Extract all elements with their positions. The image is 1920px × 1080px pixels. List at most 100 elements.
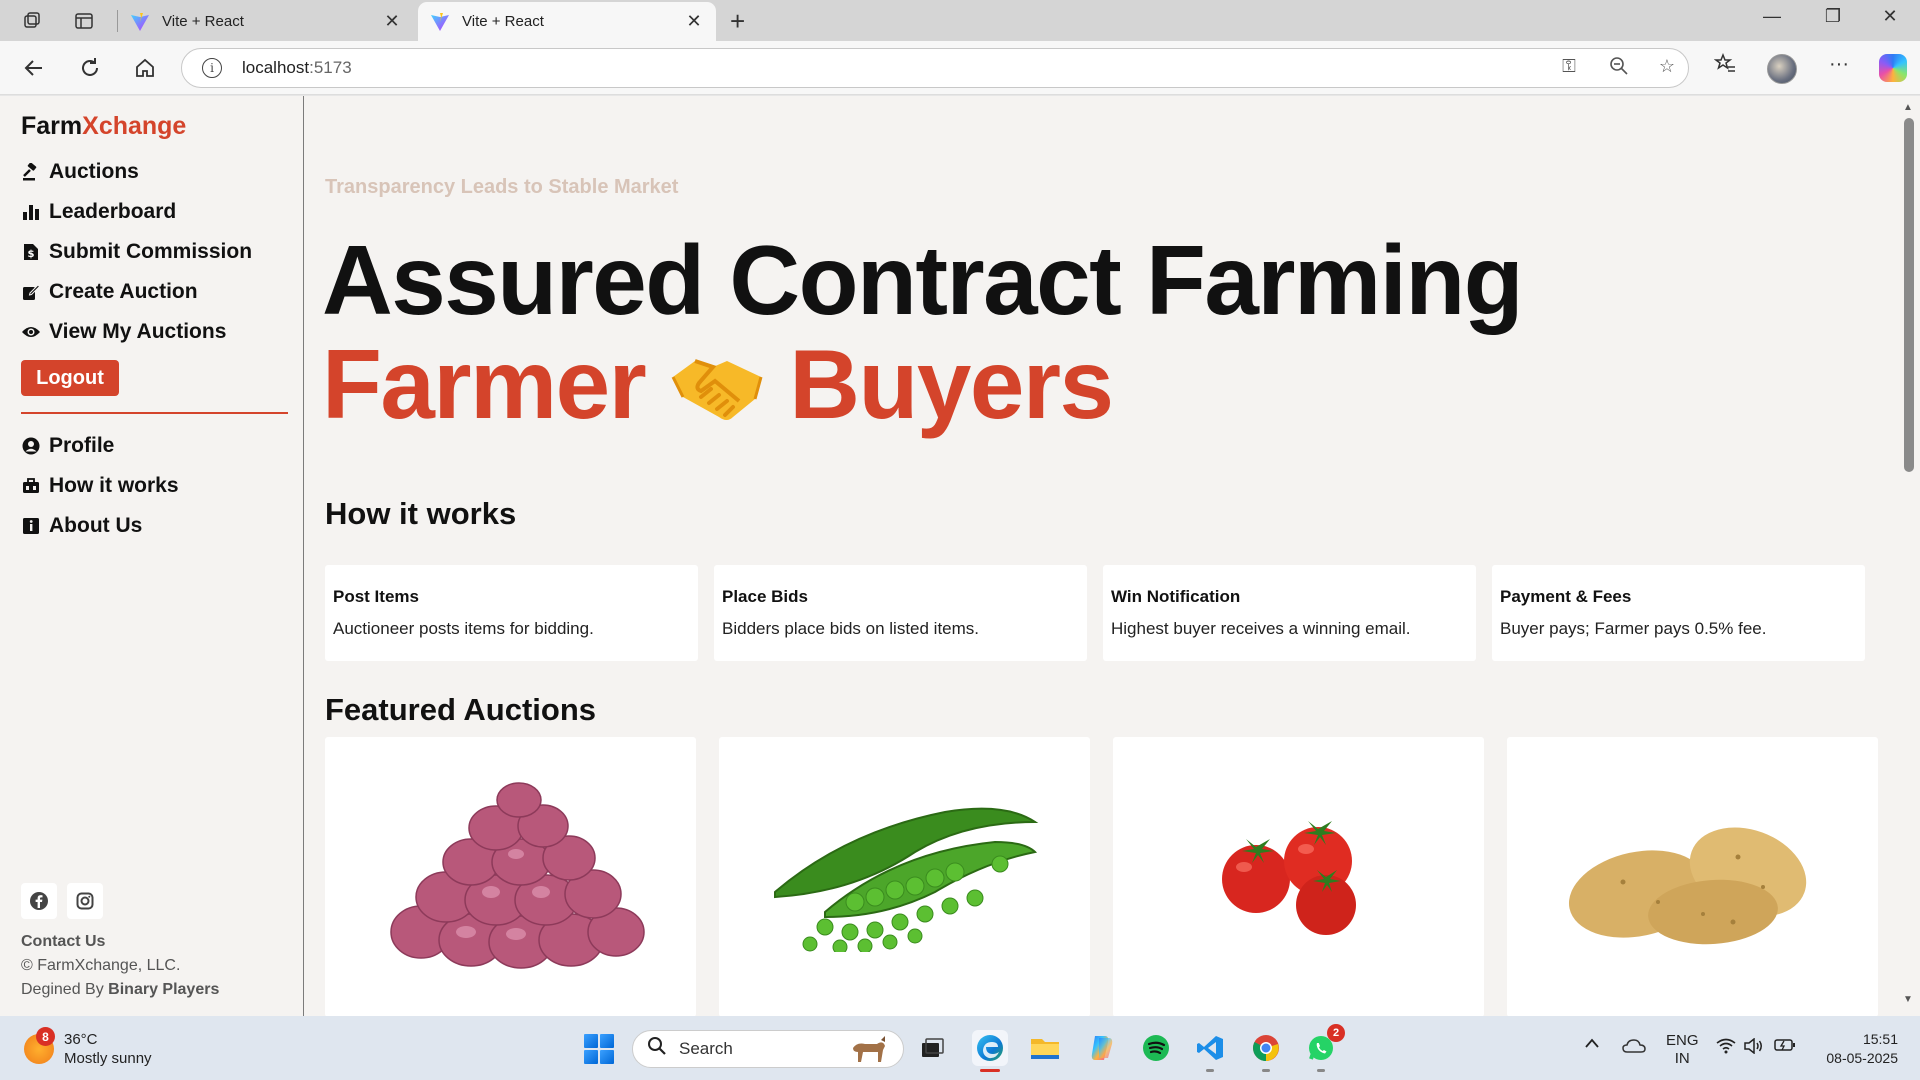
- auction-card-tomatoes[interactable]: [1113, 737, 1484, 1017]
- tab-actions-icon[interactable]: [71, 8, 97, 34]
- instagram-icon[interactable]: [67, 883, 103, 919]
- hero-farmer-text: Farmer: [322, 329, 647, 439]
- social-links: [21, 883, 103, 919]
- copilot-app-icon[interactable]: [1083, 1030, 1119, 1066]
- hero-subheading: Farmer Buyers: [322, 328, 1114, 441]
- handshake-icon: [669, 337, 765, 433]
- browser-toolbar: i localhost:5173 ⚿ ☆ ···: [0, 41, 1920, 95]
- window-close-icon[interactable]: ✕: [1870, 6, 1910, 27]
- address-bar[interactable]: i localhost:5173 ⚿ ☆: [181, 48, 1689, 88]
- browser-tab-bar: Vite + React ✕ Vite + React ✕ + — ❐ ✕: [0, 0, 1920, 41]
- home-icon[interactable]: [128, 51, 162, 85]
- vite-favicon-icon: [130, 12, 150, 32]
- step-title: Place Bids: [722, 587, 808, 606]
- wifi-icon[interactable]: [1716, 1038, 1736, 1059]
- onedrive-icon[interactable]: [1622, 1038, 1646, 1059]
- sidebar: FarmXchange Auctions Leaderboard $ Submi…: [0, 96, 304, 1016]
- windows-start-icon[interactable]: [584, 1034, 614, 1064]
- sidebar-item-label: Submit Commission: [49, 240, 253, 263]
- profile-avatar[interactable]: [1767, 54, 1797, 84]
- spotify-icon[interactable]: [1138, 1030, 1174, 1066]
- more-options-icon[interactable]: ···: [1822, 53, 1856, 76]
- running-indicator: [1317, 1069, 1325, 1072]
- step-description: Highest buyer receives a winning email.: [1111, 619, 1411, 638]
- sidebar-item-leaderboard[interactable]: Leaderboard: [21, 192, 291, 232]
- sidebar-item-submit-commission[interactable]: $ Submit Commission: [21, 232, 291, 272]
- new-tab-icon[interactable]: +: [730, 6, 745, 37]
- sidebar-item-create-auction[interactable]: Create Auction: [21, 272, 291, 312]
- sun-icon: 8: [24, 1027, 55, 1064]
- favorite-star-icon[interactable]: ☆: [1652, 56, 1682, 77]
- weather-text: 36°C Mostly sunny: [64, 1030, 152, 1068]
- chrome-icon[interactable]: [1248, 1030, 1284, 1072]
- info-square-icon: [21, 516, 41, 536]
- whatsapp-icon[interactable]: 2: [1303, 1024, 1345, 1072]
- back-arrow-icon[interactable]: [17, 51, 51, 85]
- weather-temp: 36°C: [64, 1031, 98, 1048]
- sidebar-footer: Contact Us © FarmXchange, LLC. Degined B…: [21, 930, 219, 1002]
- web-page: FarmXchange Auctions Leaderboard $ Submi…: [0, 96, 1920, 1017]
- browser-tab-2[interactable]: Vite + React ✕: [418, 2, 716, 41]
- auction-card-peas[interactable]: [719, 737, 1090, 1017]
- user-circle-icon: [21, 436, 41, 456]
- file-explorer-icon[interactable]: [1027, 1030, 1063, 1066]
- scroll-up-icon[interactable]: ▲: [1903, 102, 1913, 113]
- battery-icon[interactable]: [1774, 1038, 1796, 1057]
- task-view-icon[interactable]: [914, 1030, 950, 1066]
- vscode-icon[interactable]: [1192, 1030, 1228, 1072]
- workspaces-icon[interactable]: [19, 8, 45, 34]
- favorites-icon[interactable]: [1708, 52, 1742, 81]
- step-description: Buyer pays; Farmer pays 0.5% fee.: [1500, 619, 1767, 638]
- tab-close-icon[interactable]: ✕: [382, 11, 402, 32]
- contact-us-link[interactable]: Contact Us: [21, 930, 219, 954]
- search-icon: [647, 1036, 667, 1062]
- peas-image: [773, 807, 1038, 952]
- brand-logo[interactable]: FarmXchange: [21, 112, 186, 141]
- taskbar-search[interactable]: Search: [632, 1030, 904, 1068]
- sidebar-divider: [21, 412, 288, 414]
- bar-chart-icon: [21, 202, 41, 222]
- tab-title: Vite + React: [462, 13, 544, 30]
- running-indicator: [1262, 1069, 1270, 1072]
- gavel-icon: [21, 162, 41, 182]
- step-title: Payment & Fees: [1500, 587, 1632, 606]
- edge-icon[interactable]: [972, 1030, 1008, 1072]
- copilot-icon[interactable]: [1879, 54, 1907, 82]
- sidebar-item-about-us[interactable]: About Us: [21, 506, 291, 546]
- site-info-icon[interactable]: i: [202, 58, 222, 78]
- facebook-icon[interactable]: [21, 883, 57, 919]
- search-highlight-icon: [847, 1036, 891, 1069]
- clock-time: 15:51: [1862, 1031, 1898, 1047]
- logout-button[interactable]: Logout: [21, 360, 119, 396]
- onions-image: [389, 782, 645, 969]
- language-indicator[interactable]: ENG IN: [1666, 1032, 1699, 1068]
- sidebar-item-label: Auctions: [49, 160, 139, 183]
- volume-icon[interactable]: [1744, 1037, 1764, 1059]
- step-card: Place Bids Bidders place bids on listed …: [714, 565, 1087, 661]
- scrollbar-thumb[interactable]: [1904, 118, 1914, 472]
- hero-heading: Assured Contract Farming: [322, 225, 1524, 335]
- auction-card-potatoes[interactable]: [1507, 737, 1878, 1017]
- copyright-text: © FarmXchange, LLC.: [21, 957, 181, 974]
- system-clock[interactable]: 15:51 08-05-2025: [1812, 1030, 1898, 1068]
- show-hidden-icons-icon[interactable]: [1584, 1036, 1600, 1054]
- sidebar-item-view-my-auctions[interactable]: View My Auctions: [21, 312, 291, 352]
- browser-tab-1[interactable]: Vite + React ✕: [118, 2, 414, 41]
- sidebar-item-how-it-works[interactable]: How it works: [21, 466, 291, 506]
- sidebar-item-label: View My Auctions: [49, 320, 227, 343]
- weather-widget[interactable]: 8 36°C Mostly sunny: [24, 1027, 152, 1068]
- auction-card-onions[interactable]: [325, 737, 696, 1017]
- vertical-scrollbar[interactable]: ▲ ▼: [1898, 96, 1920, 1016]
- step-description: Bidders place bids on listed items.: [722, 619, 980, 638]
- step-description: Auctioneer posts items for bidding.: [333, 619, 594, 638]
- sidebar-item-auctions[interactable]: Auctions: [21, 152, 291, 192]
- tab-close-icon[interactable]: ✕: [684, 11, 704, 32]
- minimize-icon[interactable]: —: [1752, 6, 1792, 27]
- key-icon[interactable]: ⚿: [1554, 56, 1584, 77]
- restore-icon[interactable]: ❐: [1813, 6, 1853, 27]
- reload-icon[interactable]: [73, 51, 107, 85]
- scroll-down-icon[interactable]: ▼: [1903, 994, 1913, 1005]
- sidebar-item-label: How it works: [49, 474, 179, 497]
- sidebar-item-profile[interactable]: Profile: [21, 426, 291, 466]
- zoom-out-icon[interactable]: [1604, 56, 1634, 81]
